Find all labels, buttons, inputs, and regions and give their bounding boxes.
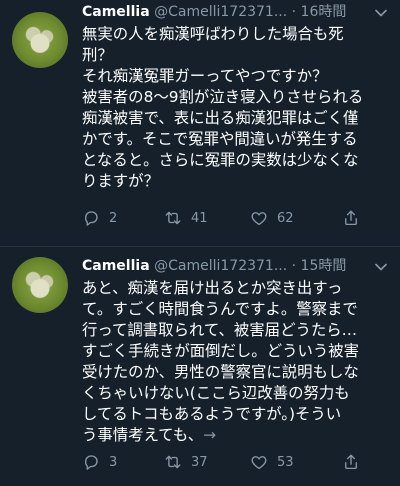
header-separator: · (291, 4, 297, 20)
tweet-text: あと、痴漢を届け出るとか突き出すっ て。すごく時間食うんですよ。警察まで 行って… (82, 279, 360, 444)
retweet-button[interactable]: 37 (164, 453, 208, 471)
timeline-feed: Camellia @Camelli172371... · 16時間 無実の人を痴… (0, 0, 400, 486)
share-button[interactable] (342, 209, 369, 227)
chevron-down-icon[interactable] (374, 5, 388, 19)
heart-icon (251, 212, 267, 226)
header-separator: · (291, 258, 297, 274)
like-count: 62 (277, 210, 294, 226)
heart-icon (251, 456, 267, 470)
tweet[interactable]: Camellia @Camelli172371... · 16時間 無実の人を痴… (0, 0, 400, 247)
reply-count: 3 (109, 454, 118, 470)
tweet-timestamp[interactable]: 16時間 (301, 4, 347, 20)
display-name[interactable]: Camellia (82, 4, 150, 20)
tweet-text: 無実の人を痴漢呼ばわりした場合も死 刑？ それ痴漢冤罪ガーってやつですか？ 被害… (82, 25, 364, 190)
avatar[interactable] (12, 257, 68, 313)
reply-count: 2 (109, 210, 118, 226)
tweet-actions: 2 41 62 (82, 208, 390, 228)
display-name[interactable]: Camellia (82, 258, 150, 274)
retweet-icon (165, 455, 181, 469)
tweet-header: Camellia @Camelli172371... · 16時間 (82, 1, 390, 23)
like-button[interactable]: 62 (250, 209, 294, 227)
tweet[interactable]: Camellia @Camelli172371... · 15時間 あと、痴漢を… (0, 247, 400, 486)
like-button[interactable]: 53 (250, 453, 294, 471)
tweet-body: Camellia @Camelli172371... · 15時間 あと、痴漢を… (82, 247, 390, 470)
reply-icon (84, 455, 98, 470)
share-icon (345, 210, 357, 226)
user-handle[interactable]: @Camelli172371... (154, 258, 287, 274)
tweet-body: Camellia @Camelli172371... · 16時間 無実の人を痴… (82, 0, 390, 226)
reply-icon (84, 211, 98, 226)
user-handle[interactable]: @Camelli172371... (154, 4, 287, 20)
retweet-count: 41 (191, 210, 208, 226)
tweet-timestamp[interactable]: 15時間 (301, 258, 347, 274)
like-count: 53 (277, 454, 294, 470)
more-arrow[interactable]: → (203, 426, 216, 444)
retweet-button[interactable]: 41 (164, 209, 208, 227)
tweet-header: Camellia @Camelli172371... · 15時間 (82, 255, 390, 277)
reply-button[interactable]: 2 (82, 209, 117, 227)
share-button[interactable] (342, 453, 369, 471)
reply-button[interactable]: 3 (82, 453, 117, 471)
share-icon (345, 454, 357, 470)
chevron-down-icon[interactable] (374, 259, 388, 273)
tweet-actions: 3 37 53 (82, 452, 390, 472)
avatar[interactable] (12, 12, 68, 68)
retweet-icon (165, 211, 181, 225)
retweet-count: 37 (191, 454, 208, 470)
